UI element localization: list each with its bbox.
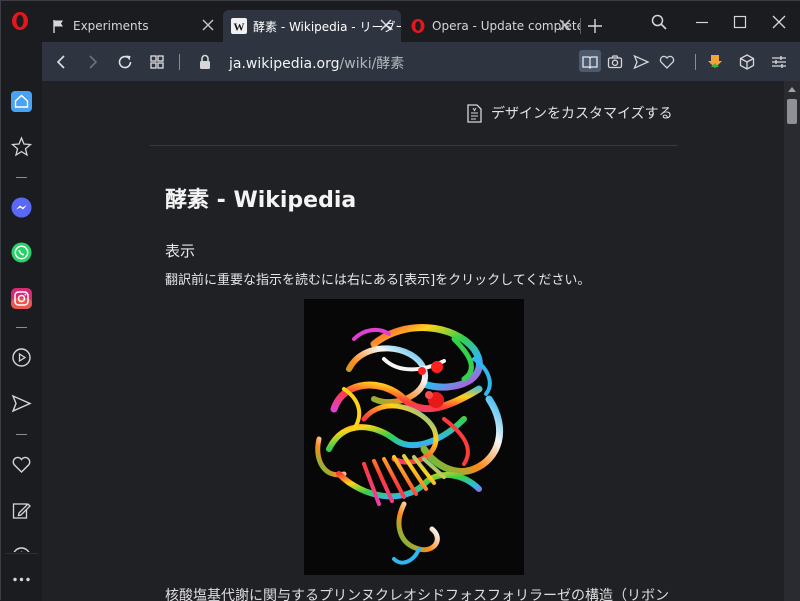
maximize-icon[interactable] (731, 13, 749, 31)
send-icon[interactable] (632, 53, 650, 71)
download-icon[interactable] (706, 53, 724, 71)
tab-separator (580, 18, 581, 34)
tab-opera-update[interactable]: Opera - Update complete (402, 10, 580, 42)
extensions-icon[interactable] (738, 53, 756, 71)
image-caption: 核酸塩基代謝に関与するプリンヌクレオシドフォスフォリラーゼの構造（リボン (165, 588, 669, 601)
flag-icon (53, 20, 63, 33)
reader-mode-icon[interactable] (581, 53, 599, 71)
heart-icon[interactable] (11, 454, 32, 475)
protein-ribbon-image (304, 299, 524, 575)
home-icon[interactable] (11, 91, 32, 112)
opera-icon (411, 19, 425, 33)
scroll-up-arrow-icon[interactable] (787, 85, 797, 93)
instagram-icon[interactable] (11, 288, 32, 309)
sidebar (1, 42, 42, 601)
forward-icon[interactable] (84, 53, 102, 71)
tab-grid-icon[interactable] (148, 53, 166, 71)
header-divider (150, 145, 678, 146)
section-heading: 表示 (165, 242, 196, 260)
instruction-text: 翻訳前に重要な指示を読むには右にある[表示]をクリックしてください。 (165, 273, 591, 288)
bookmark-heart-icon[interactable] (658, 53, 676, 71)
reload-icon[interactable] (116, 53, 134, 71)
url-field[interactable]: ja.wikipedia.org/wiki/酵素 (229, 53, 404, 73)
easy-setup-icon[interactable] (770, 53, 788, 71)
reader-view: デザインをカスタマイズする 酵素 - Wikipedia 表示 翻訳前に重要な指… (42, 81, 784, 601)
browser-window: Experiments W 酵素 - Wikipedia - リーダー Oper… (0, 0, 800, 601)
edit-icon[interactable] (11, 500, 32, 521)
document-settings-icon (467, 103, 482, 123)
wikipedia-icon: W (231, 18, 247, 34)
search-tabs-icon[interactable] (650, 13, 668, 31)
camera-icon[interactable] (606, 53, 624, 71)
tab-wikipedia-reader[interactable]: W 酵素 - Wikipedia - リーダー (223, 10, 401, 42)
customize-design-button[interactable]: デザインをカスタマイズする (466, 103, 673, 123)
close-tab-icon[interactable] (558, 18, 572, 32)
new-tab-icon[interactable] (587, 18, 603, 34)
page-scrollbar[interactable] (784, 81, 800, 601)
tab-bar: Experiments W 酵素 - Wikipedia - リーダー Oper… (1, 1, 800, 42)
back-icon[interactable] (52, 53, 70, 71)
close-tab-icon[interactable] (379, 18, 393, 32)
url-host: ja.wikipedia.org (229, 56, 340, 72)
url-path: /wiki/酵素 (339, 56, 405, 72)
close-tab-icon[interactable] (201, 18, 215, 32)
star-icon[interactable] (11, 136, 32, 157)
address-separator (179, 54, 180, 70)
minimize-icon[interactable] (693, 13, 711, 31)
send-icon[interactable] (11, 393, 32, 414)
opera-menu-icon[interactable] (10, 11, 30, 31)
scrollbar-thumb[interactable] (787, 99, 797, 124)
customize-label: デザインをカスタマイズする (491, 106, 673, 122)
address-separator (695, 54, 696, 70)
ribbon-structure-illustration (315, 324, 504, 565)
sidebar-separator (16, 177, 27, 178)
sidebar-separator (16, 434, 27, 435)
svg-text:W: W (234, 22, 245, 34)
sidebar-separator (16, 327, 27, 328)
whatsapp-icon[interactable] (11, 242, 32, 263)
address-bar: ja.wikipedia.org/wiki/酵素 (42, 42, 800, 81)
tab-experiments[interactable]: Experiments (43, 10, 223, 42)
more-icon[interactable] (11, 569, 32, 590)
sidebar-footer-border (5, 553, 38, 554)
page-title: 酵素 - Wikipedia (165, 188, 357, 213)
close-window-icon[interactable] (770, 13, 788, 31)
player-icon[interactable] (11, 347, 32, 368)
lock-icon[interactable] (196, 53, 214, 71)
messenger-icon[interactable] (11, 197, 32, 218)
